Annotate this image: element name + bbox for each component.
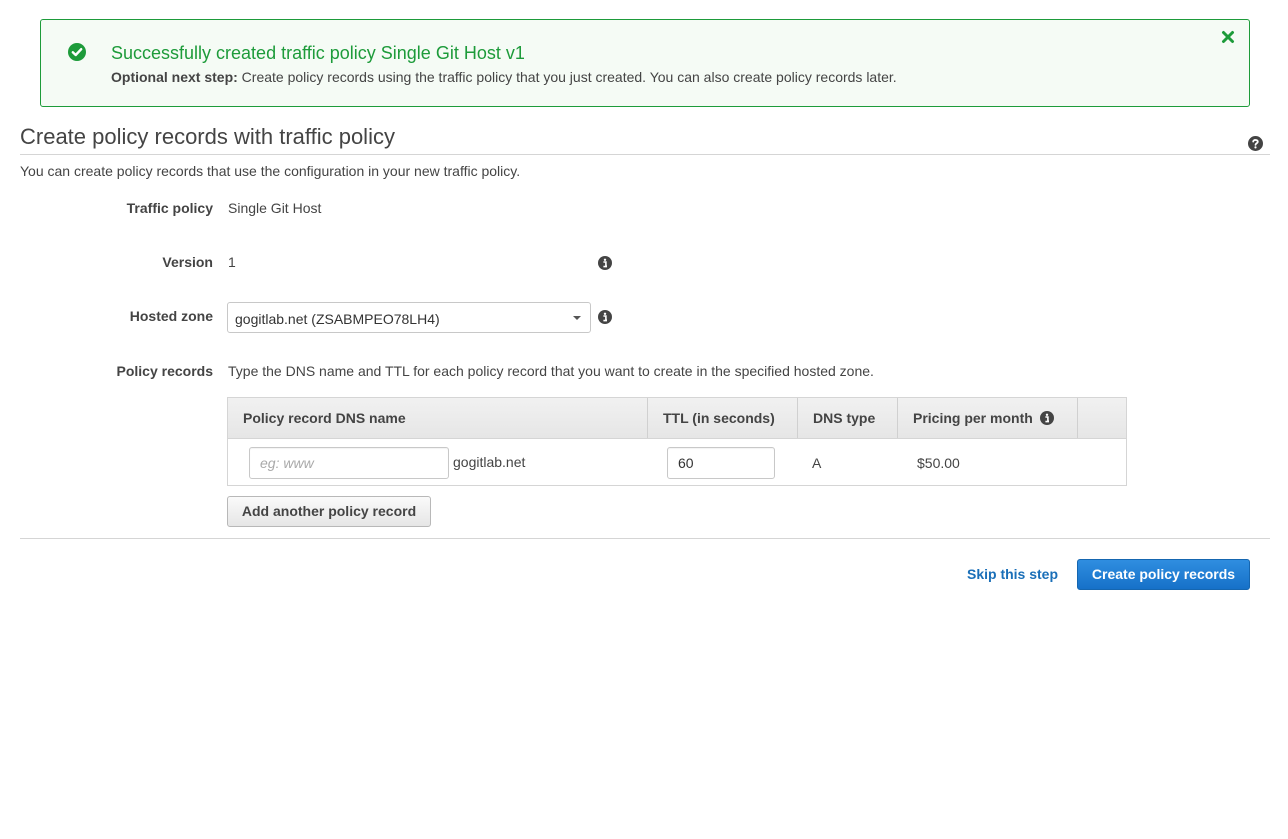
close-icon[interactable]	[1221, 30, 1235, 44]
price-value: $50.00	[917, 455, 960, 471]
next-step-label: Optional next step:	[111, 69, 238, 85]
success-flash: Successfully created traffic policy Sing…	[40, 19, 1250, 107]
next-step-text: Create policy records using the traffic …	[237, 69, 897, 85]
check-circle-icon	[68, 43, 86, 61]
policy-records-table: Policy record DNS name TTL (in seconds) …	[227, 397, 1127, 486]
dns-type-value: A	[812, 455, 822, 471]
flash-title: Successfully created traffic policy Sing…	[111, 43, 525, 63]
pricing-header-label: Pricing per month	[913, 410, 1033, 426]
column-header-ttl: TTL (in seconds)	[648, 398, 798, 438]
create-policy-records-button[interactable]: Create policy records	[1077, 559, 1250, 590]
page-title: Create policy records with traffic polic…	[20, 124, 395, 149]
table-header: Policy record DNS name TTL (in seconds) …	[228, 398, 1126, 439]
policy-records-label: Policy records	[116, 363, 214, 379]
version-label: Version	[162, 254, 213, 270]
column-header-pricing: Pricing per month	[898, 398, 1078, 438]
title-divider	[20, 154, 1270, 155]
ttl-input[interactable]: 60	[667, 447, 775, 479]
domain-suffix: gogitlab.net	[453, 454, 526, 470]
chevron-down-icon	[573, 316, 581, 320]
column-header-dns-type: DNS type	[798, 398, 898, 438]
add-policy-record-button[interactable]: Add another policy record	[227, 496, 431, 527]
hosted-zone-label: Hosted zone	[129, 308, 213, 324]
column-header-dns-name: Policy record DNS name	[228, 398, 648, 438]
hosted-zone-info-icon[interactable]	[598, 310, 612, 324]
help-icon[interactable]	[1248, 136, 1263, 151]
intro-text: You can create policy records that use t…	[20, 163, 521, 179]
version-info-icon[interactable]	[598, 256, 612, 270]
hosted-zone-select[interactable]: gogitlab.net (ZSABMPEO78LH4)	[227, 302, 591, 333]
hosted-zone-selected: gogitlab.net (ZSABMPEO78LH4)	[235, 311, 440, 327]
skip-step-link[interactable]: Skip this step	[967, 566, 1058, 582]
flash-message: Optional next step: Create policy record…	[111, 69, 897, 85]
pricing-info-icon[interactable]	[1039, 411, 1054, 425]
policy-records-description: Type the DNS name and TTL for each polic…	[228, 363, 874, 379]
dns-name-input[interactable]: eg: www	[249, 447, 449, 479]
actions-divider	[20, 538, 1270, 539]
traffic-policy-value: Single Git Host	[228, 200, 322, 216]
column-header-actions	[1078, 398, 1126, 438]
version-value: 1	[228, 254, 236, 270]
traffic-policy-label: Traffic policy	[126, 200, 213, 216]
